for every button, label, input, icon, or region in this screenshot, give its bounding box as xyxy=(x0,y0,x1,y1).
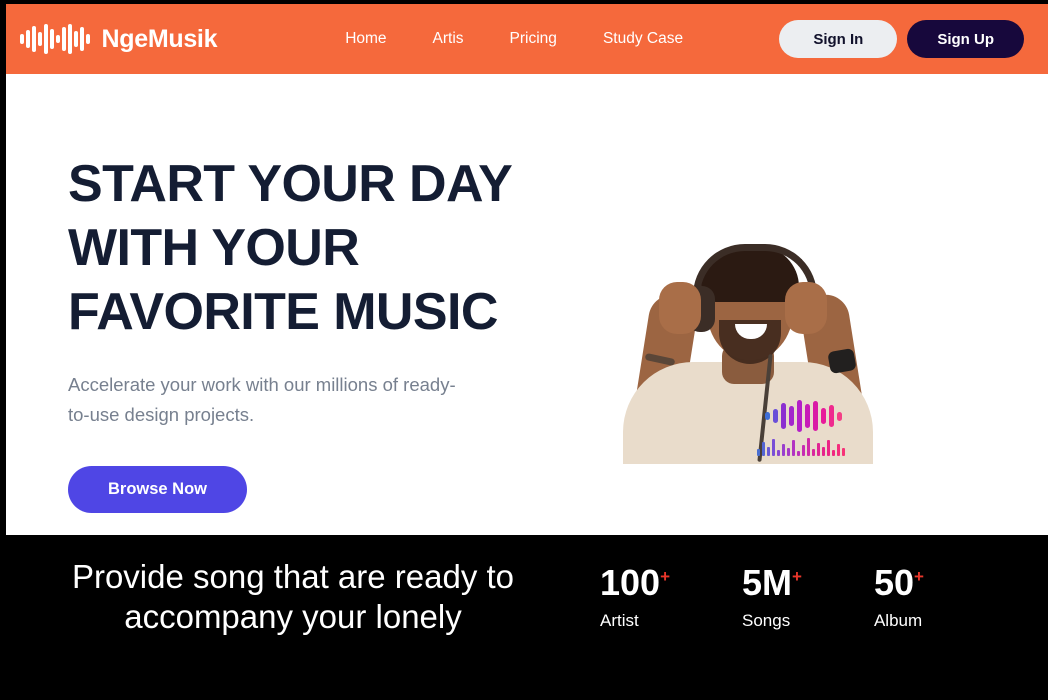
hero-image-photo xyxy=(567,224,925,464)
hero-image xyxy=(567,224,925,464)
photo-hand-left xyxy=(659,282,701,334)
stat-item-album: 50+ Album xyxy=(874,565,924,631)
nav-link-home[interactable]: Home xyxy=(345,30,386,48)
nav-link-pricing[interactable]: Pricing xyxy=(510,30,557,48)
stat-number-artist: 100 xyxy=(600,562,661,603)
sign-up-button[interactable]: Sign Up xyxy=(907,20,1024,58)
nav-link-study-case[interactable]: Study Case xyxy=(603,30,683,48)
stat-number-songs: 5M xyxy=(742,562,793,603)
stat-value-songs: 5M+ xyxy=(742,565,802,601)
stats-headline-line-1: Provide song that are ready to xyxy=(71,558,515,595)
stat-label-album: Album xyxy=(873,611,923,630)
landing-page: NgeMusik Home Artis Pricing Study Case S… xyxy=(6,4,1048,700)
auth-actions: Sign In Sign Up xyxy=(779,20,1024,58)
stats-list: 100+ Artist 5M+ Songs 50+ Album xyxy=(600,557,924,631)
stat-item-artist: 100+ Artist xyxy=(600,565,670,631)
hero-copy: START YOUR DAY WITH YOUR FAVORITE MUSIC … xyxy=(68,152,588,513)
shirt-waveform-icon xyxy=(765,399,842,433)
sign-in-button[interactable]: Sign In xyxy=(779,20,898,58)
stat-number-album: 50 xyxy=(873,562,915,603)
browser-viewport: NgeMusik Home Artis Pricing Study Case S… xyxy=(0,0,1048,700)
stat-label-songs: Songs xyxy=(742,611,791,630)
brand-logo[interactable]: NgeMusik xyxy=(20,22,217,56)
shirt-equalizer-icon xyxy=(757,436,845,456)
hero-subtitle-line-1: Accelerate your work with our millions xyxy=(68,374,378,395)
hero-section: START YOUR DAY WITH YOUR FAVORITE MUSIC … xyxy=(6,74,1048,535)
hero-title-line-2: WITH YOUR xyxy=(68,219,360,277)
stat-value-album: 50+ xyxy=(874,565,924,601)
brand-name: NgeMusik xyxy=(101,24,218,53)
photo-hand-right xyxy=(785,282,827,334)
stat-item-songs: 5M+ Songs xyxy=(742,565,802,631)
stat-value-artist: 100+ xyxy=(600,565,670,601)
hero-title-line-1: START YOUR DAY xyxy=(68,155,513,213)
stats-section: Provide song that are ready to accompany… xyxy=(6,535,1048,700)
stats-headline-line-2: accompany your lonely xyxy=(124,598,462,635)
primary-navigation: Home Artis Pricing Study Case xyxy=(345,30,683,48)
audio-waveform-icon xyxy=(20,22,90,56)
browse-now-button[interactable]: Browse Now xyxy=(68,466,248,513)
hero-title-line-3: FAVORITE MUSIC xyxy=(68,283,498,341)
stat-label-artist: Artist xyxy=(600,611,639,630)
nav-link-artis[interactable]: Artis xyxy=(433,30,464,48)
hero-subtitle: Accelerate your work with our millions o… xyxy=(68,370,468,430)
stat-plus-songs: + xyxy=(792,567,802,586)
stat-plus-artist: + xyxy=(660,567,671,586)
site-header: NgeMusik Home Artis Pricing Study Case S… xyxy=(6,4,1048,74)
stats-headline: Provide song that are ready to accompany… xyxy=(6,557,566,637)
stat-plus-album: + xyxy=(914,567,924,586)
photo-watch xyxy=(827,347,857,375)
page-title: START YOUR DAY WITH YOUR FAVORITE MUSIC xyxy=(68,152,588,344)
